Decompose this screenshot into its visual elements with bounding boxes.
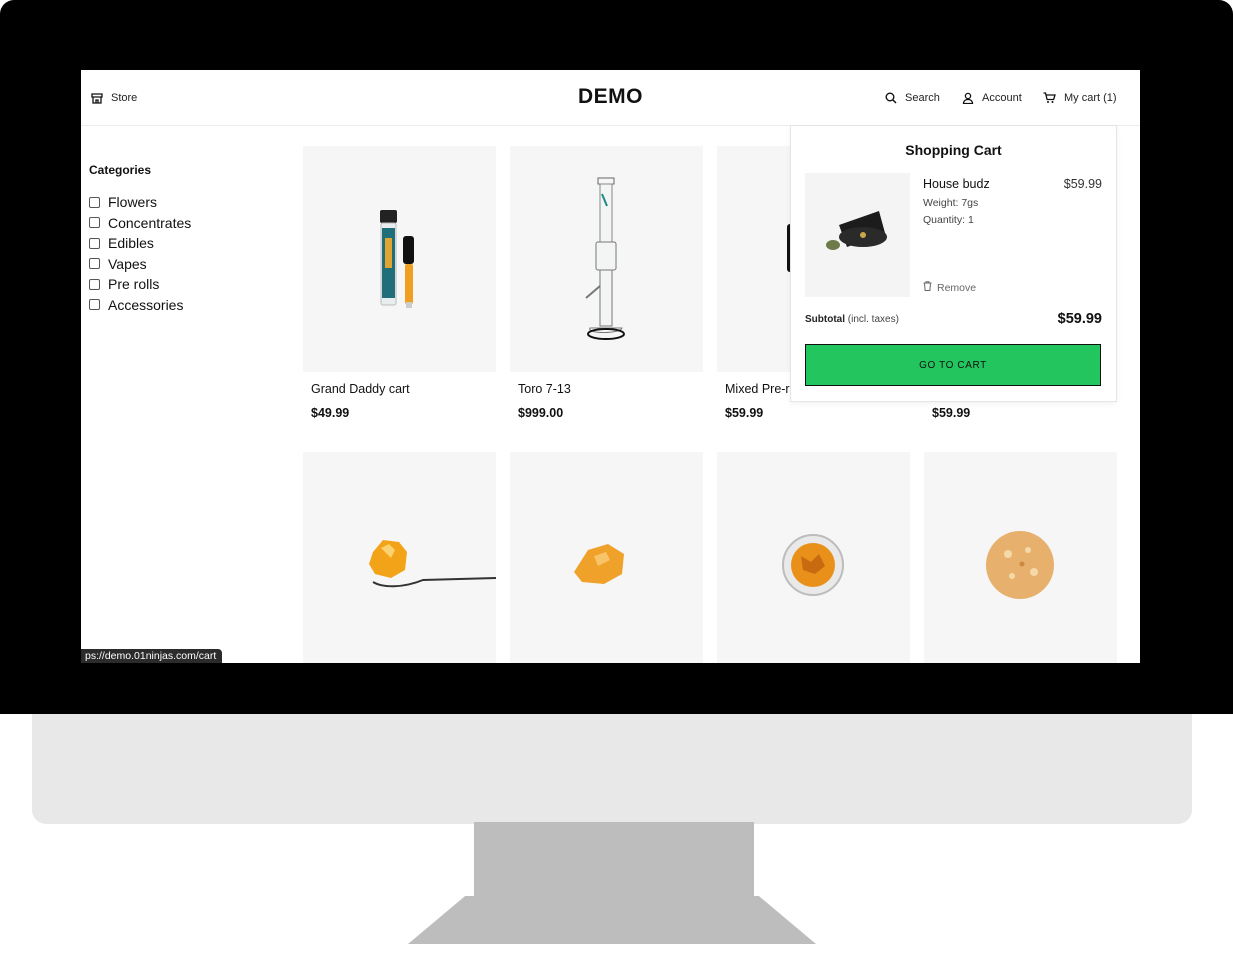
remove-button[interactable]: Remove [923,281,976,294]
account-label: Account [982,92,1022,104]
product-image [717,452,910,663]
search-link[interactable]: Search [885,89,940,107]
browser-viewport: Store DEMO Search Account My cart (1) Ca… [81,70,1140,663]
category-checkbox[interactable] [89,237,100,249]
cart-label: My cart (1) [1064,92,1117,104]
product-card[interactable] [303,452,496,663]
product-price: $59.99 [932,406,971,420]
product-card[interactable] [924,452,1117,663]
subtotal-value: $59.99 [1057,311,1102,327]
subtotal-label: Subtotal (incl. taxes) [805,314,899,325]
product-image [924,452,1117,663]
cart-item-thumbnail[interactable] [805,173,910,297]
cart-item-weight: Weight: 7gs [923,197,979,209]
product-price: $49.99 [311,406,350,420]
product-image [303,146,496,372]
remove-label: Remove [937,281,977,294]
category-item[interactable]: Vapes [89,254,191,275]
product-image [510,146,703,372]
category-label: Edibles [108,235,154,252]
account-link[interactable]: Account [962,89,1022,107]
product-name: Grand Daddy cart [311,382,410,396]
cart-link[interactable]: My cart (1) [1043,89,1117,107]
category-checkbox[interactable] [89,258,100,270]
cart-item-name[interactable]: House budz [923,177,990,191]
category-item[interactable]: Edibles [89,233,191,254]
product-card[interactable]: Toro 7-13 $999.00 [510,146,703,420]
user-icon [962,92,974,104]
category-checkbox[interactable] [89,196,100,208]
search-label: Search [905,92,940,104]
product-image [510,452,703,663]
product-price: $59.99 [725,406,764,420]
category-item[interactable]: Flowers [89,192,191,213]
category-item[interactable]: Pre rolls [89,274,191,295]
search-icon [885,92,897,104]
subtotal-note: (incl. taxes) [847,314,899,325]
go-to-cart-button[interactable]: GO TO CART [805,344,1101,386]
category-list: Flowers Concentrates Edibles Vapes Pre r… [89,192,191,315]
category-label: Pre rolls [108,276,160,293]
status-bar-url: ps://demo.01ninjas.com/cart [81,649,223,663]
product-card[interactable]: Grand Daddy cart $49.99 [303,146,496,420]
category-label: Vapes [108,255,147,272]
cart-title: Shopping Cart [905,142,1002,158]
product-image [303,452,496,663]
category-label: Concentrates [108,214,192,231]
category-checkbox[interactable] [89,299,100,311]
product-name: Toro 7-13 [518,382,571,396]
product-price: $999.00 [518,406,564,420]
category-checkbox[interactable] [89,278,100,290]
category-label: Flowers [108,194,158,211]
trash-icon [923,281,932,294]
category-label: Accessories [108,296,184,313]
cart-item-price: $59.99 [1063,177,1102,191]
monitor-chin [32,714,1192,824]
category-checkbox[interactable] [89,217,100,229]
cart-icon [1043,92,1056,104]
product-card[interactable] [510,452,703,663]
category-item[interactable]: Concentrates [89,213,191,234]
product-card[interactable] [717,452,910,663]
site-header: Store DEMO Search Account My cart (1) [81,70,1140,126]
category-item[interactable]: Accessories [89,295,191,316]
cart-dropdown: Shopping Cart House budz $59.99 Weight: … [790,125,1117,402]
cart-item-quantity: Quantity: 1 [923,214,974,226]
subtotal-label-text: Subtotal [805,314,845,325]
categories-title: Categories [89,163,152,177]
monitor-stand-foot [408,896,816,944]
